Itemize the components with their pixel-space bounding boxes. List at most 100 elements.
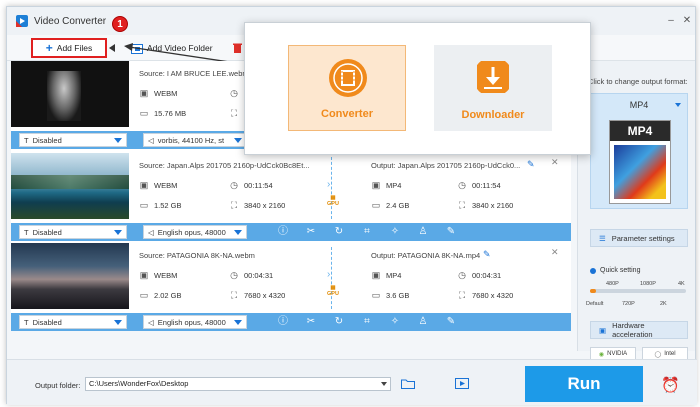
edit-name-icon[interactable]: ✎ (483, 249, 491, 260)
watermark-icon[interactable]: ♙ (417, 316, 429, 328)
subtitle-icon: T (24, 135, 29, 145)
resolution-icon: ⛶ (230, 108, 238, 118)
source-size: ▭ 15.76 MB (139, 108, 187, 118)
output-format-name: MP4 (629, 100, 649, 110)
source-name: Source: PATAGONIA 8K-NA.webm (139, 251, 255, 260)
bottom-bar: Output folder: C:\Users\WonderFox\Deskto… (7, 359, 697, 405)
speaker-icon: ◁ (148, 135, 154, 145)
output-format-hint: Click to change output format: (588, 77, 688, 86)
film-icon: ▣ (139, 180, 149, 190)
resolution-icon: ⛶ (458, 200, 466, 210)
resolution-icon: ⛶ (458, 290, 466, 300)
source-resolution: ⛶ 3840 x 2160 (230, 200, 286, 210)
video-thumbnail (11, 243, 129, 309)
output-settings-panel: Click to change output format: MP4 MP4 ☰… (577, 61, 695, 361)
run-button[interactable]: Run (525, 366, 643, 402)
clock-icon: ◷ (458, 180, 466, 190)
hardware-acceleration-button[interactable]: ▣ Hardware acceleration (590, 321, 688, 339)
converter-label: Converter (321, 108, 373, 120)
video-thumbnail (11, 61, 129, 127)
mp4-format-icon: MP4 (609, 120, 671, 204)
gpu-icon: ▦ GPU (327, 195, 339, 207)
crop-icon[interactable]: ⌗ (361, 226, 373, 238)
edit-icon[interactable]: ✎ (445, 226, 457, 238)
output-size: ▭ 2.4 GB (371, 200, 410, 210)
source-resolution: ⛶ 7680 x 4320 (230, 290, 286, 300)
remove-item-icon[interactable]: ✕ (551, 247, 559, 258)
source-name: Source: I AM BRUCE LEE.webm (139, 69, 249, 78)
quality-slider-fill (590, 289, 596, 293)
tick-label: 480P (606, 281, 619, 287)
subtitle-icon: T (24, 227, 29, 237)
list-item[interactable]: Source: PATAGONIA 8K-NA.webm ▣ WEBM ◷ 00:0… (11, 243, 571, 331)
converter-card[interactable]: Converter (288, 45, 406, 131)
source-resolution: ⛶ (229, 108, 239, 118)
remove-item-icon[interactable]: ✕ (551, 157, 559, 168)
scissors-icon[interactable]: ✂ (305, 316, 317, 328)
edit-icon[interactable]: ✎ (445, 316, 457, 328)
source-format: ▣ WEBM (139, 88, 178, 98)
output-duration: ◷ 00:04:31 (458, 270, 502, 280)
chevron-down-icon (114, 230, 122, 235)
module-popup: Converter Downloader (244, 22, 591, 155)
source-format: ▣ WEBM (139, 270, 178, 280)
output-folder-field[interactable]: C:\Users\WonderFox\Desktop (85, 377, 391, 391)
alarm-clock-icon[interactable]: ⏰ (661, 376, 680, 394)
subtitle-select[interactable]: T Disabled (19, 133, 127, 147)
quick-setting-label: Quick setting (590, 267, 640, 274)
item-action-bar: T Disabled ◁ English opus, 48000 ⓘ ✂ ↻ ⌗… (11, 313, 571, 331)
balloon-image (614, 145, 666, 199)
quality-slider[interactable] (590, 289, 686, 293)
source-format: ▣ WEBM (139, 180, 178, 190)
watermark-icon[interactable]: ♙ (417, 226, 429, 238)
film-icon: ▣ (371, 270, 381, 280)
rotate-icon[interactable]: ↻ (333, 316, 345, 328)
output-duration: ◷ 00:11:54 (458, 180, 501, 190)
tick-label: 1080P (640, 281, 656, 287)
audio-select[interactable]: ◁ vorbis, 44100 Hz, st (143, 133, 247, 147)
rotate-icon[interactable]: ↻ (333, 226, 345, 238)
info-icon[interactable]: ⓘ (277, 316, 289, 328)
source-duration: ◷ 00:11:54 (230, 180, 273, 190)
folder-icon: ▭ (139, 290, 149, 300)
output-format: ▣ MP4 (371, 180, 402, 190)
crop-icon[interactable]: ⌗ (361, 316, 373, 328)
resolution-icon: ⛶ (230, 200, 238, 210)
speaker-icon: ◁ (148, 227, 154, 237)
subtitle-select[interactable]: T Disabled (19, 225, 127, 239)
film-reel-icon (329, 59, 367, 97)
info-icon[interactable]: ⓘ (277, 226, 289, 238)
list-item[interactable]: Source: Japan.Alps 201705 2160p-UdCck0Bc… (11, 153, 571, 241)
audio-select[interactable]: ◁ English opus, 48000 (143, 225, 247, 239)
effects-icon[interactable]: ✧ (389, 226, 401, 238)
intel-icon: ◯ (654, 351, 662, 358)
open-folder-icon[interactable] (455, 378, 469, 389)
item-action-bar: T Disabled ◁ English opus, 48000 ⓘ ✂ ↻ ⌗… (11, 223, 571, 241)
source-size: ▭ 1.52 GB (139, 200, 182, 210)
downloader-card[interactable]: Downloader (434, 45, 552, 131)
browse-folder-icon[interactable] (401, 378, 415, 389)
clock-icon: ◷ (230, 270, 238, 280)
folder-icon: ▭ (371, 200, 381, 210)
effects-icon[interactable]: ✧ (389, 316, 401, 328)
folder-icon: ▭ (139, 200, 149, 210)
gpu-icon: ▦ GPU (327, 285, 339, 297)
download-icon (477, 61, 509, 93)
source-duration: ◷ 00:04:31 (230, 270, 274, 280)
folder-icon: ▭ (139, 108, 149, 118)
parameter-settings-button[interactable]: ☰ Parameter settings (590, 229, 688, 247)
arrow-right-icon: › (327, 179, 331, 190)
subtitle-select[interactable]: T Disabled (19, 315, 127, 329)
source-size: ▭ 2.02 GB (139, 290, 182, 300)
subtitle-icon: T (24, 317, 29, 327)
edit-name-icon[interactable]: ✎ (527, 159, 535, 170)
film-icon: ▣ (139, 270, 149, 280)
scissors-icon[interactable]: ✂ (305, 226, 317, 238)
output-format-selector[interactable]: MP4 MP4 (590, 93, 688, 209)
speaker-icon: ◁ (148, 317, 154, 327)
chevron-down-icon (234, 138, 242, 143)
output-name: Output: Japan.Alps 201705 2160p-UdCck0..… (371, 161, 521, 170)
sliders-icon: ☰ (599, 233, 606, 243)
audio-select[interactable]: ◁ English opus, 48000 (143, 315, 247, 329)
clock-icon: ◷ (230, 180, 238, 190)
